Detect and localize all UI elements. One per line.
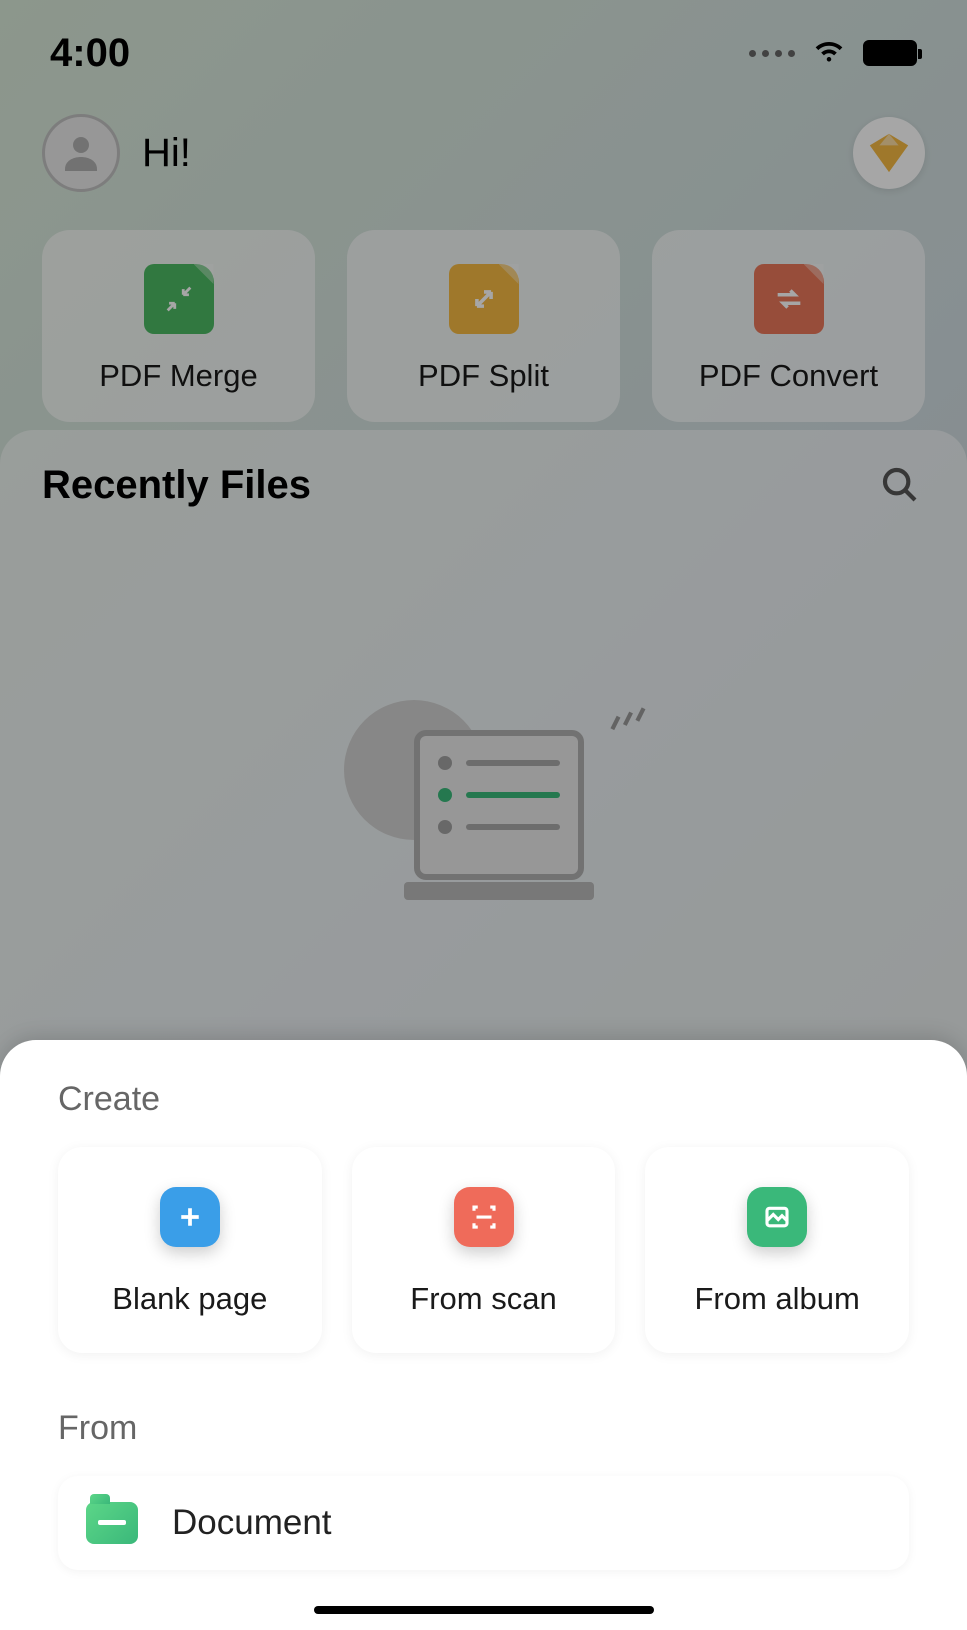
blank-page-icon xyxy=(160,1187,220,1247)
create-label: From scan xyxy=(410,1281,556,1317)
blank-page-option[interactable]: Blank page xyxy=(58,1147,322,1353)
create-sheet: Create Blank page From scan From album F… xyxy=(0,1040,967,1630)
from-label: Document xyxy=(172,1503,332,1543)
create-label: From album xyxy=(694,1281,859,1317)
create-options: Blank page From scan From album xyxy=(58,1147,909,1353)
from-album-option[interactable]: From album xyxy=(645,1147,909,1353)
create-section-title: Create xyxy=(58,1080,909,1119)
document-option[interactable]: Document xyxy=(58,1476,909,1570)
from-section-title: From xyxy=(58,1409,909,1448)
home-indicator[interactable] xyxy=(314,1606,654,1614)
from-scan-option[interactable]: From scan xyxy=(352,1147,616,1353)
scan-icon xyxy=(454,1187,514,1247)
create-label: Blank page xyxy=(112,1281,267,1317)
album-icon xyxy=(747,1187,807,1247)
folder-icon xyxy=(86,1502,138,1544)
